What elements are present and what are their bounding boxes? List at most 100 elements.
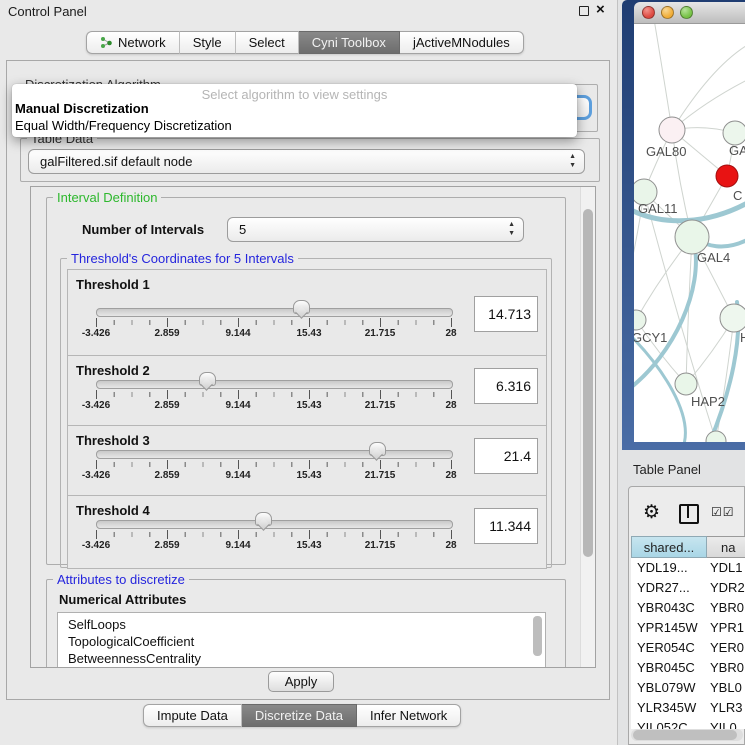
table-body[interactable]: YDL19...YDL1YDR27...YDR2YBR043CYBR0YPR14… <box>631 558 745 729</box>
scale-label: 9.144 <box>225 470 250 481</box>
threshold-4-slider-thumb[interactable] <box>255 512 272 526</box>
network-node-gal4[interactable] <box>675 220 709 254</box>
tab-infer-network[interactable]: Infer Network <box>357 704 461 727</box>
close-traffic-light-icon[interactable] <box>642 6 655 19</box>
network-node-gal80[interactable] <box>659 117 685 143</box>
settings-scrollbar-track[interactable] <box>580 187 595 667</box>
threshold-1-slider-track[interactable] <box>96 308 453 317</box>
scale-label: 28 <box>445 400 456 411</box>
attribute-item-betweennesscentrality[interactable]: BetweennessCentrality <box>58 650 545 667</box>
thresholds-group: Threshold's Coordinates for 5 Intervals … <box>60 258 552 568</box>
settings-scrollbar-thumb[interactable] <box>583 209 593 557</box>
scale-label: 9.144 <box>225 328 250 339</box>
slider-major-ticks <box>96 318 452 327</box>
minimize-traffic-light-icon[interactable] <box>661 6 674 19</box>
apply-button[interactable]: Apply <box>268 671 334 692</box>
scale-label: 21.715 <box>365 540 396 551</box>
network-canvas[interactable]: GAL80GACGAL11GAL4GCY1HHAP2 <box>634 24 745 442</box>
numerical-attributes-list[interactable]: SelfLoopsTopologicalCoefficientBetweenne… <box>57 612 546 668</box>
network-node-gcy1[interactable] <box>634 310 646 330</box>
network-node[interactable] <box>706 431 726 442</box>
attribute-item-topologicalcoefficient[interactable]: TopologicalCoefficient <box>58 633 545 650</box>
scale-label: 2.859 <box>154 328 179 339</box>
network-node-hap2[interactable] <box>675 373 697 395</box>
cell-shared-name: YBR043C <box>637 600 695 615</box>
number-of-intervals-spinner[interactable]: 5 ▲▼ <box>227 217 524 242</box>
network-node-h[interactable] <box>720 304 745 332</box>
table-row[interactable]: YDL19...YDL1 <box>631 558 745 578</box>
table-row[interactable]: YDR27...YDR2 <box>631 578 745 598</box>
tab-cyni-toolbox[interactable]: Cyni Toolbox <box>299 31 400 54</box>
cell-shared-name: YIL052C <box>637 720 688 729</box>
cell-name: YLR3 <box>710 700 743 715</box>
threshold-3-slider-thumb[interactable] <box>369 442 386 456</box>
table-row[interactable]: YPR145W YPR1 <box>631 618 745 638</box>
node-label-c: C <box>733 188 742 203</box>
threshold-4-value-field[interactable]: 11.344 <box>474 508 538 544</box>
node-label-gal11: GAL11 <box>638 201 678 216</box>
table-row[interactable]: YIL052CYIL0 <box>631 718 745 729</box>
threshold-2-slider-track[interactable] <box>96 380 453 389</box>
scale-label: -3.426 <box>82 328 110 339</box>
network-node-c[interactable] <box>716 165 738 187</box>
column-header-shared[interactable]: shared... <box>631 536 707 558</box>
scale-label: 28 <box>445 328 456 339</box>
threshold-1-value-field[interactable]: 14.713 <box>474 296 538 332</box>
scale-label: 9.144 <box>225 400 250 411</box>
tab-label: Style <box>193 35 222 50</box>
network-window-titlebar[interactable] <box>634 2 745 24</box>
list-scrollbar[interactable] <box>533 616 542 656</box>
thresholds-group-label: Threshold's Coordinates for 5 Intervals <box>67 251 298 266</box>
tab-select[interactable]: Select <box>236 31 299 54</box>
number-of-intervals-label: Number of Intervals <box>82 222 204 237</box>
popup-item-equal-width-frequency[interactable]: Equal Width/Frequency Discretization <box>15 118 232 133</box>
attribute-item-selfloops[interactable]: SelfLoops <box>58 616 545 633</box>
table-row[interactable]: YBL079WYBL0 <box>631 678 745 698</box>
panel-title: Control Panel <box>8 4 87 19</box>
tab-network[interactable]: Network <box>86 31 180 54</box>
table-data-combo[interactable]: galFiltered.sif default node ▲▼ <box>28 149 585 174</box>
slider-major-ticks <box>96 460 452 469</box>
close-icon[interactable]: × <box>596 1 605 18</box>
table-panel-title: Table Panel <box>633 462 701 477</box>
threshold-4-slider-track[interactable] <box>96 520 453 529</box>
node-label-gcy1: GCY1 <box>634 330 667 345</box>
popup-item-manual-discretization[interactable]: Manual Discretization <box>15 101 149 116</box>
popup-hint: Select algorithm to view settings <box>12 87 577 102</box>
network-node-ga[interactable] <box>723 121 745 145</box>
tab-label: jActiveMNodules <box>413 35 510 50</box>
table-row[interactable]: YBR045CYBR0 <box>631 658 745 678</box>
control-panel: Control Panel × Network Style SelectCyni T… <box>0 0 618 745</box>
zoom-traffic-light-icon[interactable] <box>680 6 693 19</box>
scale-label: -3.426 <box>82 540 110 551</box>
numerical-attributes-label: Numerical Attributes <box>59 592 186 607</box>
column-header-name[interactable]: na <box>707 536 745 558</box>
tab-impute-data[interactable]: Impute Data <box>143 704 242 727</box>
scale-label: 28 <box>445 470 456 481</box>
float-window-icon[interactable] <box>579 6 589 16</box>
scale-label: 21.715 <box>365 328 396 339</box>
select-columns-icon[interactable]: ☑☑ <box>711 505 735 519</box>
cell-name: YPR1 <box>710 620 744 635</box>
scale-label: 21.715 <box>365 400 396 411</box>
tab-discretize-data[interactable]: Discretize Data <box>242 704 357 727</box>
node-label-ga: GA <box>729 143 745 158</box>
cell-shared-name: YPR145W <box>637 620 698 635</box>
table-row[interactable]: YER054CYER0 <box>631 638 745 658</box>
tab-style[interactable]: Style <box>180 31 236 54</box>
settings-scroll-panel: Interval Definition Number of Intervals … <box>30 186 596 668</box>
scale-label: 28 <box>445 540 456 551</box>
table-row[interactable]: YLR345WYLR3 <box>631 698 745 718</box>
scale-label: 15.43 <box>296 400 321 411</box>
split-table-icon[interactable] <box>679 504 699 524</box>
scale-label: 15.43 <box>296 328 321 339</box>
threshold-2-slider-thumb[interactable] <box>199 372 216 386</box>
tab-jactivemnodules[interactable]: jActiveMNodules <box>400 31 524 54</box>
gear-icon[interactable]: ⚙ <box>643 501 660 524</box>
threshold-2-value-field[interactable]: 6.316 <box>474 368 538 404</box>
table-hscrollbar-thumb[interactable] <box>633 730 737 740</box>
threshold-1-slider-thumb[interactable] <box>293 300 310 314</box>
table-row[interactable]: YBR043CYBR0 <box>631 598 745 618</box>
threshold-3-slider-track[interactable] <box>96 450 453 459</box>
threshold-3-value-field[interactable]: 21.4 <box>474 438 538 474</box>
